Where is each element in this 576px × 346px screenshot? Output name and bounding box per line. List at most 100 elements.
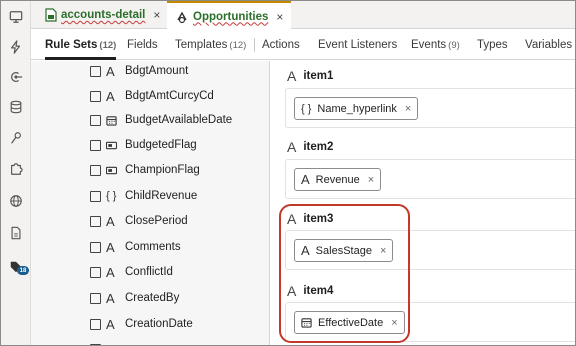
item-heading: A item3 — [287, 211, 333, 227]
field-row[interactable]: { } ChildRevenue — [90, 186, 197, 206]
tab-label: Variables — [525, 39, 573, 51]
item-drop-zone[interactable]: { } Name_hyperlink × — [285, 88, 575, 128]
divider — [254, 38, 255, 52]
text-type-icon: A — [287, 139, 297, 155]
checkbox[interactable] — [90, 190, 101, 202]
globe-icon[interactable] — [6, 191, 26, 211]
field-row[interactable]: A ClosePeriod — [90, 211, 188, 231]
tab-actions[interactable]: Actions — [262, 30, 300, 60]
checkbox[interactable] — [90, 65, 101, 77]
text-type-icon: A — [301, 243, 310, 258]
tab-label: Templates — [175, 39, 228, 51]
chip-label: EffectiveDate — [318, 316, 384, 329]
field-row-partial[interactable] — [90, 339, 106, 345]
field-name: ConflictId — [125, 266, 173, 278]
tab-label: Fields — [127, 39, 158, 51]
remove-icon[interactable]: × — [380, 245, 386, 257]
field-row[interactable]: A ConflictId — [90, 262, 173, 282]
item-drop-zone[interactable]: EffectiveDate × — [285, 302, 575, 342]
checkbox[interactable] — [90, 318, 101, 330]
checkbox[interactable] — [90, 164, 101, 176]
tab-event-listeners[interactable]: Event Listeners — [318, 30, 397, 60]
rail-badge: 18 — [17, 266, 29, 275]
checkbox[interactable] — [90, 292, 101, 304]
field-row[interactable]: ChampionFlag — [90, 160, 200, 180]
tab-events[interactable]: Events (9) — [411, 30, 460, 60]
text-type-icon: A — [106, 239, 115, 255]
field-row[interactable]: A CreationDate — [90, 314, 193, 334]
remove-icon[interactable]: × — [368, 174, 374, 186]
chip-label: SalesStage — [315, 244, 372, 257]
flow-icon[interactable] — [6, 128, 26, 148]
text-type-icon: A — [287, 68, 297, 84]
close-icon[interactable]: × — [276, 10, 283, 24]
object-braces-icon: { } — [106, 190, 117, 202]
remove-icon[interactable]: × — [405, 103, 411, 115]
tag-icon[interactable]: 18 — [6, 257, 29, 277]
activity-rail: 18 — [1, 1, 31, 345]
tab-label: Opportunities — [193, 10, 269, 23]
field-chip[interactable]: A SalesStage × — [294, 239, 394, 262]
checkbox[interactable] — [90, 266, 101, 278]
service-icon[interactable] — [6, 67, 26, 87]
text-type-icon: A — [287, 283, 297, 299]
object-braces-icon: { } — [301, 102, 312, 115]
desktop-icon[interactable] — [6, 7, 26, 27]
page-icon — [45, 8, 57, 22]
field-row[interactable]: BudgetAvailableDate — [90, 110, 232, 130]
field-row[interactable]: A Comments — [90, 237, 181, 257]
subtab-bar: Rule Sets (12) Fields Templates (12) Actio… — [31, 30, 575, 60]
checkbox[interactable] — [90, 90, 101, 102]
lightning-icon[interactable] — [6, 37, 26, 57]
tab-variables[interactable]: Variables — [525, 30, 572, 60]
tab-label: Types — [477, 39, 508, 51]
calendar-icon — [106, 115, 120, 126]
close-icon[interactable]: × — [153, 8, 160, 22]
field-chip[interactable]: { } Name_hyperlink × — [294, 97, 419, 120]
field-name: BudgetAvailableDate — [125, 114, 233, 126]
business-object-icon — [177, 11, 187, 23]
document-icon[interactable] — [6, 223, 26, 243]
tab-accounts-detail[interactable]: accounts-detail × — [45, 1, 160, 29]
field-row[interactable]: A CreatedBy — [90, 288, 179, 308]
field-row[interactable]: A BdgtAmtCurcyCd — [90, 86, 214, 106]
tab-types[interactable]: Types — [477, 30, 508, 60]
puzzle-icon[interactable] — [6, 159, 26, 179]
tab-rule-sets[interactable]: Rule Sets (12) — [45, 30, 117, 60]
text-type-icon: A — [106, 213, 115, 229]
tab-fields[interactable]: Fields — [127, 30, 158, 60]
field-name: ChampionFlag — [125, 164, 200, 176]
field-name: CreatedBy — [125, 292, 180, 304]
text-type-icon: A — [301, 172, 310, 187]
checkbox[interactable] — [90, 139, 101, 151]
field-name: CreationDate — [125, 318, 193, 330]
item-label: item4 — [303, 285, 334, 297]
tab-label: Event Listeners — [318, 39, 398, 51]
checkbox[interactable] — [90, 241, 101, 253]
database-icon[interactable] — [6, 97, 26, 117]
item-heading: A item2 — [287, 139, 333, 155]
tab-opportunities[interactable]: Opportunities × — [167, 1, 292, 30]
tab-templates[interactable]: Templates (12) — [175, 30, 246, 60]
item-heading: A item4 — [287, 283, 333, 299]
template-canvas: A item1 { } Name_hyperlink × A item2 A R… — [271, 61, 575, 345]
item-drop-zone[interactable]: A Revenue × — [285, 159, 575, 199]
tab-count: (12) — [229, 40, 247, 51]
boolean-icon — [106, 165, 120, 176]
field-chip[interactable]: A Revenue × — [294, 168, 382, 191]
checkbox[interactable] — [90, 114, 101, 126]
chip-label: Name_hyperlink — [317, 102, 397, 115]
tab-label: accounts-detail — [61, 9, 146, 21]
field-chip[interactable]: EffectiveDate × — [294, 311, 405, 334]
boolean-icon — [106, 140, 120, 151]
field-row[interactable]: A BdgtAmount — [90, 61, 188, 81]
text-type-icon: A — [106, 264, 115, 280]
remove-icon[interactable]: × — [391, 317, 397, 329]
checkbox[interactable] — [90, 215, 101, 227]
field-row[interactable]: BudgetedFlag — [90, 135, 197, 155]
field-name: BdgtAmount — [125, 65, 189, 77]
item-drop-zone[interactable]: A SalesStage × — [285, 230, 575, 270]
text-type-icon: A — [287, 211, 297, 227]
item-label: item2 — [303, 141, 334, 153]
tab-label: Rule Sets — [45, 39, 98, 51]
